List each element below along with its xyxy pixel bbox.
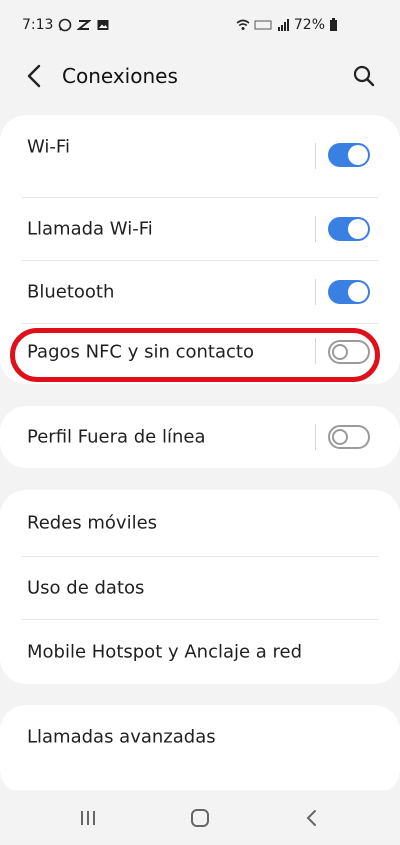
- separator: [315, 216, 316, 242]
- mobile-networks-label: Redes móviles: [27, 512, 158, 534]
- home-icon[interactable]: [188, 806, 212, 830]
- airplane-mode-card: Perfil Fuera de línea: [0, 406, 400, 468]
- separator: [315, 338, 316, 364]
- status-time: 7:13: [22, 17, 54, 33]
- airplane-mode-label: Perfil Fuera de línea: [27, 426, 206, 448]
- separator: [315, 279, 316, 305]
- list-item-nfc[interactable]: Pagos NFC y sin contacto: [0, 324, 400, 384]
- app-header: Conexiones: [0, 52, 400, 102]
- connections-card: Wi-Fi Llamada Wi-Fi Bluetooth Pagos NFC …: [0, 115, 400, 384]
- wifi-label: Wi-Fi: [27, 136, 70, 158]
- wifi-toggle[interactable]: [328, 143, 370, 167]
- list-item-airplane-mode[interactable]: Perfil Fuera de línea: [0, 406, 400, 468]
- separator: [315, 424, 316, 450]
- status-bar: 7:13 72%: [0, 0, 400, 50]
- list-item-data-usage[interactable]: Uso de datos: [0, 557, 400, 619]
- list-item-hotspot[interactable]: Mobile Hotspot y Anclaje a red: [0, 620, 400, 684]
- gallery-icon: [97, 20, 109, 30]
- search-icon[interactable]: [352, 64, 376, 88]
- recent-apps-icon[interactable]: [76, 806, 100, 830]
- battery-percent: 72%: [293, 17, 325, 33]
- list-item-mobile-networks[interactable]: Redes móviles: [0, 490, 400, 556]
- battery-icon: [330, 18, 337, 31]
- status-left: 7:13: [22, 17, 110, 33]
- signal-icon: [277, 19, 289, 31]
- advanced-calling-label: Llamadas avanzadas: [27, 726, 216, 748]
- network-card: Redes móviles Uso de datos Mobile Hotspo…: [0, 490, 400, 684]
- list-item-wifi-calling[interactable]: Llamada Wi-Fi: [0, 198, 400, 260]
- list-item-bluetooth[interactable]: Bluetooth: [0, 261, 400, 323]
- back-nav-icon[interactable]: [300, 806, 324, 830]
- navigation-bar: [0, 790, 400, 845]
- capcut-icon: [77, 20, 92, 30]
- list-item-wifi[interactable]: Wi-Fi: [0, 115, 400, 197]
- bluetooth-label: Bluetooth: [27, 281, 115, 303]
- nfc-toggle[interactable]: [328, 340, 370, 364]
- separator: [315, 143, 316, 169]
- bluetooth-toggle[interactable]: [328, 280, 370, 304]
- advanced-card: Llamadas avanzadas: [0, 705, 400, 795]
- list-item-advanced-calling[interactable]: Llamadas avanzadas: [0, 705, 400, 769]
- airplane-mode-toggle[interactable]: [328, 425, 370, 449]
- wifi-calling-toggle[interactable]: [328, 217, 370, 241]
- hotspot-label: Mobile Hotspot y Anclaje a red: [27, 641, 303, 663]
- back-arrow-icon[interactable]: [24, 63, 46, 89]
- page-title: Conexiones: [62, 64, 178, 88]
- data-usage-label: Uso de datos: [27, 577, 145, 599]
- status-right: 72%: [236, 17, 338, 33]
- wifi-status-icon: [236, 19, 250, 30]
- nfc-label: Pagos NFC y sin contacto: [27, 341, 254, 363]
- volte-icon: [254, 20, 272, 30]
- wifi-calling-label: Llamada Wi-Fi: [27, 218, 153, 240]
- whatsapp-icon: [59, 18, 72, 32]
